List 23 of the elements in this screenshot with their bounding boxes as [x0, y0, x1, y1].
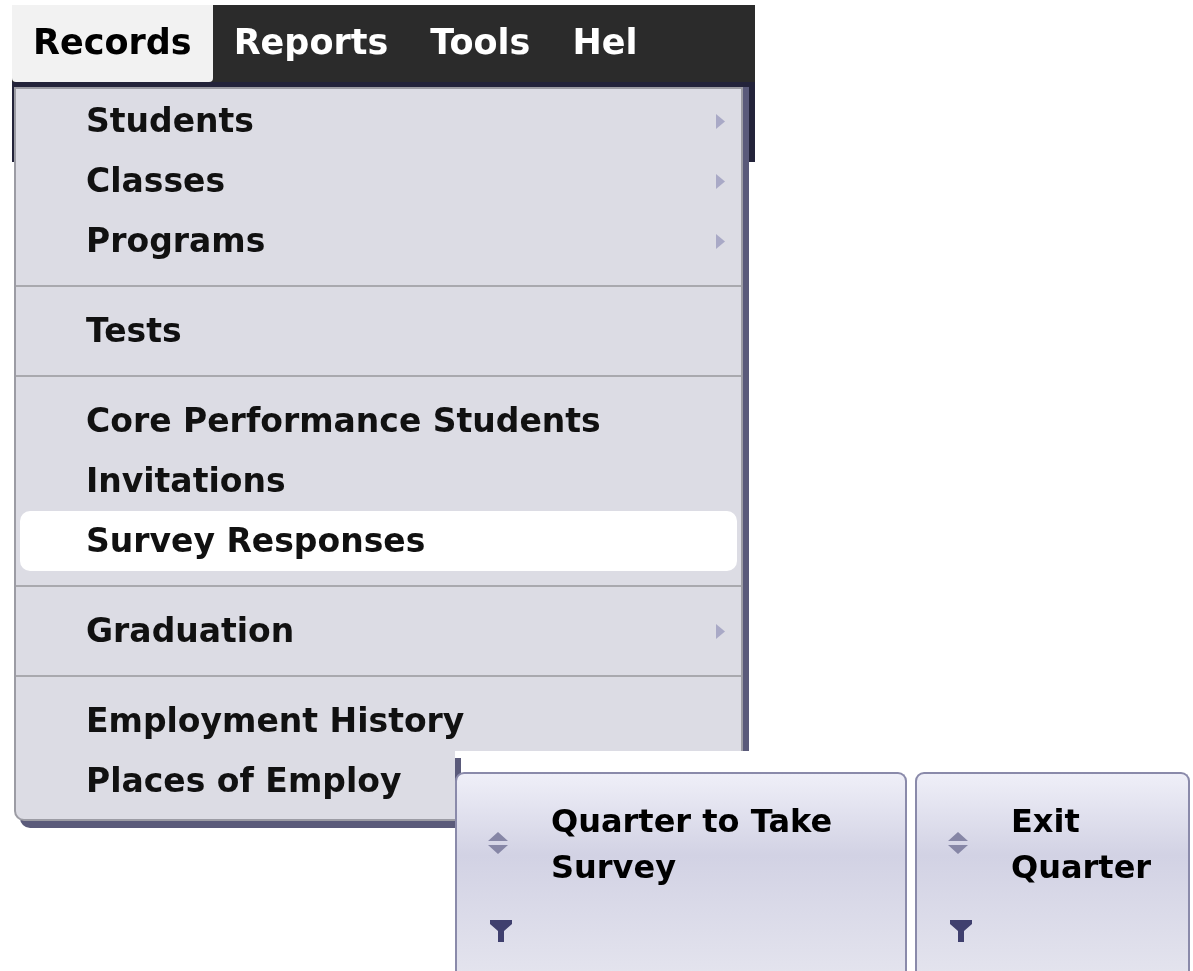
- menu-item[interactable]: Places of Employ: [82, 761, 406, 801]
- menu-item[interactable]: Core Performance Students: [82, 401, 605, 441]
- menu-item[interactable]: Classes: [82, 161, 230, 201]
- menu-item[interactable]: Programs: [82, 221, 270, 261]
- menu-bar-item[interactable]: Tools: [409, 5, 552, 82]
- filter-icon[interactable]: [950, 920, 972, 942]
- column-title: Quarter to Take Survey: [551, 801, 834, 888]
- menu-bar-item[interactable]: Records: [12, 5, 213, 82]
- menu-bar-item[interactable]: Reports: [212, 5, 410, 82]
- column-header[interactable]: Quarter to Take Survey: [455, 772, 907, 971]
- filter-icon[interactable]: [490, 920, 512, 942]
- menu-item[interactable]: Survey Responses: [82, 521, 430, 561]
- sort-icon[interactable]: [948, 832, 968, 854]
- sort-icon[interactable]: [488, 832, 508, 854]
- menu-item[interactable]: Invitations: [82, 461, 290, 501]
- menu-item[interactable]: Graduation: [82, 611, 299, 651]
- menu-item[interactable]: Tests: [82, 311, 186, 351]
- menu-bar-item[interactable]: Hel: [551, 5, 659, 82]
- menu-item[interactable]: Students: [82, 101, 258, 141]
- column-header[interactable]: Exit Quarter: [915, 772, 1190, 971]
- column-title: Exit Quarter: [1011, 801, 1153, 888]
- highlight-bar[interactable]: Survey Responses: [20, 511, 737, 571]
- menu-item[interactable]: Employment History: [82, 701, 469, 741]
